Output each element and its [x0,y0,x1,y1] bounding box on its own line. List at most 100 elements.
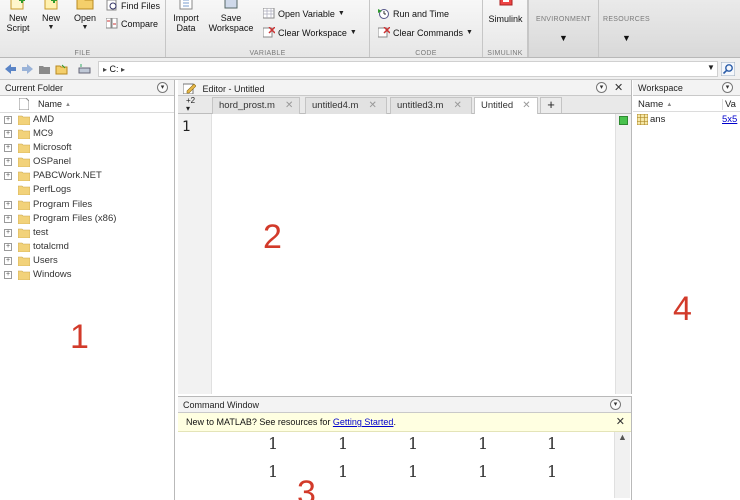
new-script-button[interactable]: New Script [2,0,34,33]
panel-actions-icon[interactable]: ▾ [157,82,168,93]
workspace-column-header[interactable]: Name ▲ Va [633,96,740,112]
code-analyzer-status-icon[interactable] [619,116,628,125]
forward-arrow-icon[interactable] [21,63,34,75]
resources-menu[interactable]: RESOURCES ▼ [598,0,654,57]
code-section-label: CODE [415,50,437,57]
panel-actions-icon[interactable]: ▾ [610,399,621,410]
command-scrollbar[interactable]: ▲ [614,432,630,498]
expand-icon[interactable]: + [4,228,12,237]
toolstrip: New Script New ▼ Open ▼ Find Files Compa… [0,0,740,58]
import-data-button[interactable]: Import Data [170,0,202,33]
close-icon[interactable]: ✕ [616,415,625,428]
folder-icon [18,242,30,252]
folder-column-header[interactable]: Name ▲ [0,96,174,113]
run-and-time-button[interactable]: Run and Time [378,8,449,19]
folder-list-item[interactable]: + Program Files (x86) [0,212,174,226]
save-workspace-icon [224,0,238,9]
clear-commands-button[interactable]: Clear Commands ▼ [378,27,473,38]
expand-icon[interactable]: + [4,271,12,280]
open-button[interactable]: Open ▼ [70,0,100,33]
path-dropdown-icon[interactable]: ▼ [707,63,715,72]
variable-value[interactable]: 5x5 [722,114,737,125]
folder-icon [18,115,30,125]
folder-list-item[interactable]: PerfLogs [0,183,174,197]
folder-list-item[interactable]: + MC9 [0,127,174,141]
up-folder-icon[interactable] [38,63,51,75]
folder-name: AMD [33,114,55,125]
hidden-tabs-indicator[interactable]: +2 ▾ [186,97,195,113]
clear-workspace-icon [263,27,275,38]
folder-name: MC9 [33,128,54,140]
folder-list-item[interactable]: + Users [0,254,174,268]
import-data-label: Import Data [173,13,199,33]
folder-name: Microsoft [33,142,72,154]
folder-list-item[interactable]: + AMD [0,113,174,127]
open-variable-button[interactable]: Open Variable ▼ [263,8,345,19]
find-files-button[interactable]: Find Files [106,0,160,11]
scroll-up-icon[interactable]: ▲ [618,432,627,442]
open-variable-icon [263,8,275,19]
code-section: Run and Time Clear Commands ▼ CODE [370,0,483,57]
expand-icon[interactable]: + [4,200,12,209]
tab-close-icon[interactable]: ✕ [285,100,293,111]
compare-button[interactable]: Compare [106,18,158,29]
folder-list-item[interactable]: + PABCWork.NET [0,169,174,183]
tab-close-icon[interactable]: ✕ [368,100,376,111]
expand-icon[interactable]: + [4,144,12,153]
folder-list-item[interactable]: + Program Files [0,198,174,212]
variable-section: Import Data Save Workspace Open Variable… [166,0,370,57]
output-cell: 1 [547,434,558,453]
current-path-field[interactable]: ▸ C: ▸ [98,61,718,77]
workspace-variable-row[interactable]: ans 5x5 [633,112,740,127]
expand-icon[interactable]: + [4,214,12,223]
value-column-header[interactable]: Va [722,99,736,110]
tab-untitled3[interactable]: untitled3.m ✕ [390,97,472,114]
tab-hord-prost[interactable]: hord_prost.m ✕ [212,97,300,114]
close-icon[interactable]: ✕ [614,81,623,94]
workspace-title-bar: Workspace ▾ [633,80,740,96]
expand-icon[interactable]: + [4,130,12,139]
folder-name: Program Files [33,198,93,210]
add-tab-button[interactable]: + [540,97,562,113]
save-workspace-button[interactable]: Save Workspace [206,0,256,33]
tab-untitled4[interactable]: untitled4.m ✕ [305,97,387,114]
output-cell: 1 [338,434,349,453]
expand-icon[interactable]: + [4,158,12,167]
line-number-gutter: 1 [178,114,212,394]
clear-workspace-button[interactable]: Clear Workspace ▼ [263,27,357,38]
panel-actions-icon[interactable]: ▾ [596,82,607,93]
tab-close-icon[interactable]: ✕ [453,100,461,111]
folder-list-item[interactable]: + Windows [0,268,174,282]
panel-actions-icon[interactable]: ▾ [722,82,733,93]
tab-untitled[interactable]: Untitled ✕ [474,97,538,115]
clear-commands-label: Clear Commands [393,27,464,38]
getting-started-link[interactable]: Getting Started [333,417,394,427]
expand-icon[interactable]: + [4,172,12,181]
expand-icon[interactable]: + [4,116,12,124]
path-segment-c[interactable]: C: [110,64,119,74]
environment-menu[interactable]: ENVIRONMENT ▼ [528,0,598,57]
find-files-icon [106,0,117,11]
clear-workspace-label: Clear Workspace [278,27,347,38]
tab-label: Untitled [481,100,514,111]
editor-title: Editor - Untitled [202,84,265,94]
folder-list-item[interactable]: + OSPanel [0,155,174,169]
name-column-header[interactable]: Name ▲ [638,99,672,110]
expand-icon[interactable]: + [4,242,12,251]
search-icon[interactable] [721,62,735,76]
folder-list-item[interactable]: + Microsoft [0,141,174,155]
browse-folder-icon[interactable] [55,63,68,75]
import-data-icon [179,0,193,10]
command-output[interactable]: 1 1 1 1 1 1 1 1 1 1 ▲ [178,432,631,498]
name-column-header[interactable]: Name ▲ [38,99,71,109]
file-type-icon [19,98,29,110]
back-arrow-icon[interactable] [4,63,17,75]
folder-list-item[interactable]: + test [0,226,174,240]
output-cell: 1 [408,462,419,481]
simulink-button[interactable]: Simulink [485,0,526,24]
expand-icon[interactable]: + [4,256,12,265]
new-button[interactable]: New ▼ [37,0,65,33]
clear-commands-icon [378,27,390,38]
tab-close-icon[interactable]: ✕ [522,100,530,111]
folder-list-item[interactable]: + totalcmd [0,240,174,254]
